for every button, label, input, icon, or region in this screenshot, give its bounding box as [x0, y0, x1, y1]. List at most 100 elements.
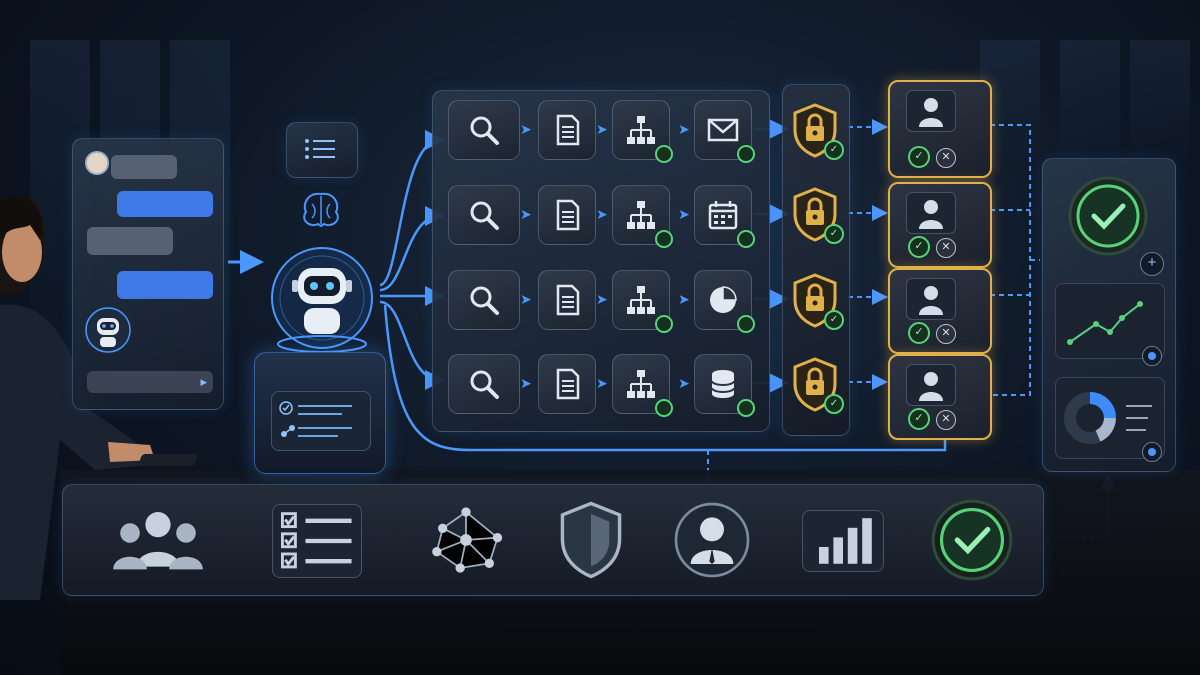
shield-lock-icon: ✓ [790, 186, 844, 244]
bot-message-bubble [117, 191, 213, 217]
check-badge-icon [737, 145, 755, 163]
review-card: ✓ ✕ [888, 80, 992, 178]
workflow-step-hierarchy[interactable] [612, 185, 673, 248]
workflow-step-mail[interactable] [694, 100, 755, 163]
step-arrow-icon: ➤ [596, 291, 608, 307]
robot-agent [262, 246, 382, 356]
mail-icon [707, 118, 739, 142]
approve-badge-icon: ✓ [824, 310, 844, 330]
check-badge-icon [737, 399, 755, 417]
approve-badge-icon: ✓ [824, 394, 844, 414]
success-check-icon [1067, 175, 1149, 257]
hierarchy-icon [627, 286, 655, 314]
step-arrow-icon: ➤ [678, 375, 690, 391]
step-arrow-icon: ➤ [520, 121, 532, 137]
pipeline-stage-checklist [272, 504, 362, 578]
reviewer-icon [674, 502, 750, 578]
calendar-icon [708, 201, 738, 230]
check-badge-icon [655, 145, 673, 163]
reject-icon[interactable]: ✕ [936, 410, 956, 430]
send-arrow-icon[interactable]: ▸ [200, 374, 207, 390]
reviewer-icon [906, 90, 956, 132]
bot-avatar-icon [85, 307, 131, 353]
pipeline-stage-success-check [930, 498, 1014, 582]
add-icon[interactable]: + [1140, 252, 1164, 276]
reject-icon[interactable]: ✕ [936, 238, 956, 258]
task-list-icon [279, 401, 352, 437]
database-icon [711, 370, 735, 398]
step-arrow-icon: ➤ [678, 291, 690, 307]
workflow-step-document[interactable] [538, 185, 596, 245]
workflow-step-database[interactable] [694, 354, 755, 417]
search-icon [470, 286, 499, 315]
pipeline-stage-bar-chart [802, 510, 884, 572]
pipeline-stage-shield [556, 500, 626, 580]
reject-icon[interactable]: ✕ [936, 148, 956, 168]
robot-pedestal [254, 352, 386, 474]
workflow-step-search[interactable] [448, 354, 520, 414]
document-icon [556, 199, 580, 231]
step-arrow-icon: ➤ [678, 206, 690, 222]
approve-icon[interactable]: ✓ [908, 408, 930, 430]
reviewer-icon [906, 278, 956, 320]
pipeline-stage-reviewer [672, 500, 752, 580]
success-check-icon [931, 499, 1013, 581]
pipeline-stage-network [424, 505, 508, 575]
check-badge-icon [655, 230, 673, 248]
keyboard [137, 454, 199, 466]
message-input[interactable]: ▸ [87, 371, 213, 393]
pipeline-stage-team [108, 505, 208, 575]
step-arrow-icon: ➤ [596, 206, 608, 222]
workflow-step-hierarchy[interactable] [612, 100, 673, 163]
workflow-step-calendar[interactable] [694, 185, 755, 248]
workflow-step-document[interactable] [538, 100, 596, 160]
task-list-card [271, 391, 371, 451]
step-arrow-icon: ➤ [596, 375, 608, 391]
check-badge-icon [655, 315, 673, 333]
bar-chart-icon [819, 518, 872, 564]
approve-icon[interactable]: ✓ [908, 236, 930, 258]
step-arrow-icon: ➤ [520, 375, 532, 391]
workflow-step-search[interactable] [448, 270, 520, 330]
shield-lock-icon: ✓ [790, 356, 844, 414]
task-bubble [286, 122, 358, 178]
approve-badge-icon: ✓ [824, 140, 844, 160]
check-badge-icon [737, 230, 755, 248]
hierarchy-icon [627, 116, 655, 144]
pipeline-bar [62, 484, 1044, 596]
reviewer-icon [906, 364, 956, 406]
search-icon [470, 201, 499, 230]
shield-lock-icon: ✓ [790, 102, 844, 160]
review-card: ✓ ✕ [888, 268, 992, 354]
workflow-step-hierarchy[interactable] [612, 270, 673, 333]
review-card: ✓ ✕ [888, 182, 992, 268]
check-badge-icon [737, 315, 755, 333]
step-arrow-icon: ➤ [520, 206, 532, 222]
workflow-step-document[interactable] [538, 354, 596, 414]
brain-icon [298, 190, 344, 230]
workflow-step-hierarchy[interactable] [612, 354, 673, 417]
user-message-bubble [87, 227, 173, 255]
step-arrow-icon: ➤ [520, 291, 532, 307]
hierarchy-icon [627, 201, 655, 229]
document-icon [556, 114, 580, 146]
approve-icon[interactable]: ✓ [908, 322, 930, 344]
approve-badge-icon: ✓ [824, 224, 844, 244]
workflow-step-pie-chart[interactable] [694, 270, 755, 333]
document-icon [556, 368, 580, 400]
reject-icon[interactable]: ✕ [936, 324, 956, 344]
reviewer-icon [906, 192, 956, 234]
workflow-step-search[interactable] [448, 100, 520, 160]
workflow-step-document[interactable] [538, 270, 596, 330]
chat-panel: ▸ [72, 138, 224, 410]
results-panel [1042, 158, 1176, 472]
shield-icon [560, 501, 622, 579]
step-arrow-icon: ➤ [678, 121, 690, 137]
workflow-step-search[interactable] [448, 185, 520, 245]
document-icon [556, 284, 580, 316]
bot-message-bubble [117, 271, 213, 299]
approve-icon[interactable]: ✓ [908, 146, 930, 168]
pie-chart-icon [710, 286, 737, 313]
checklist-icon [281, 512, 352, 569]
robot-icon [271, 247, 373, 353]
